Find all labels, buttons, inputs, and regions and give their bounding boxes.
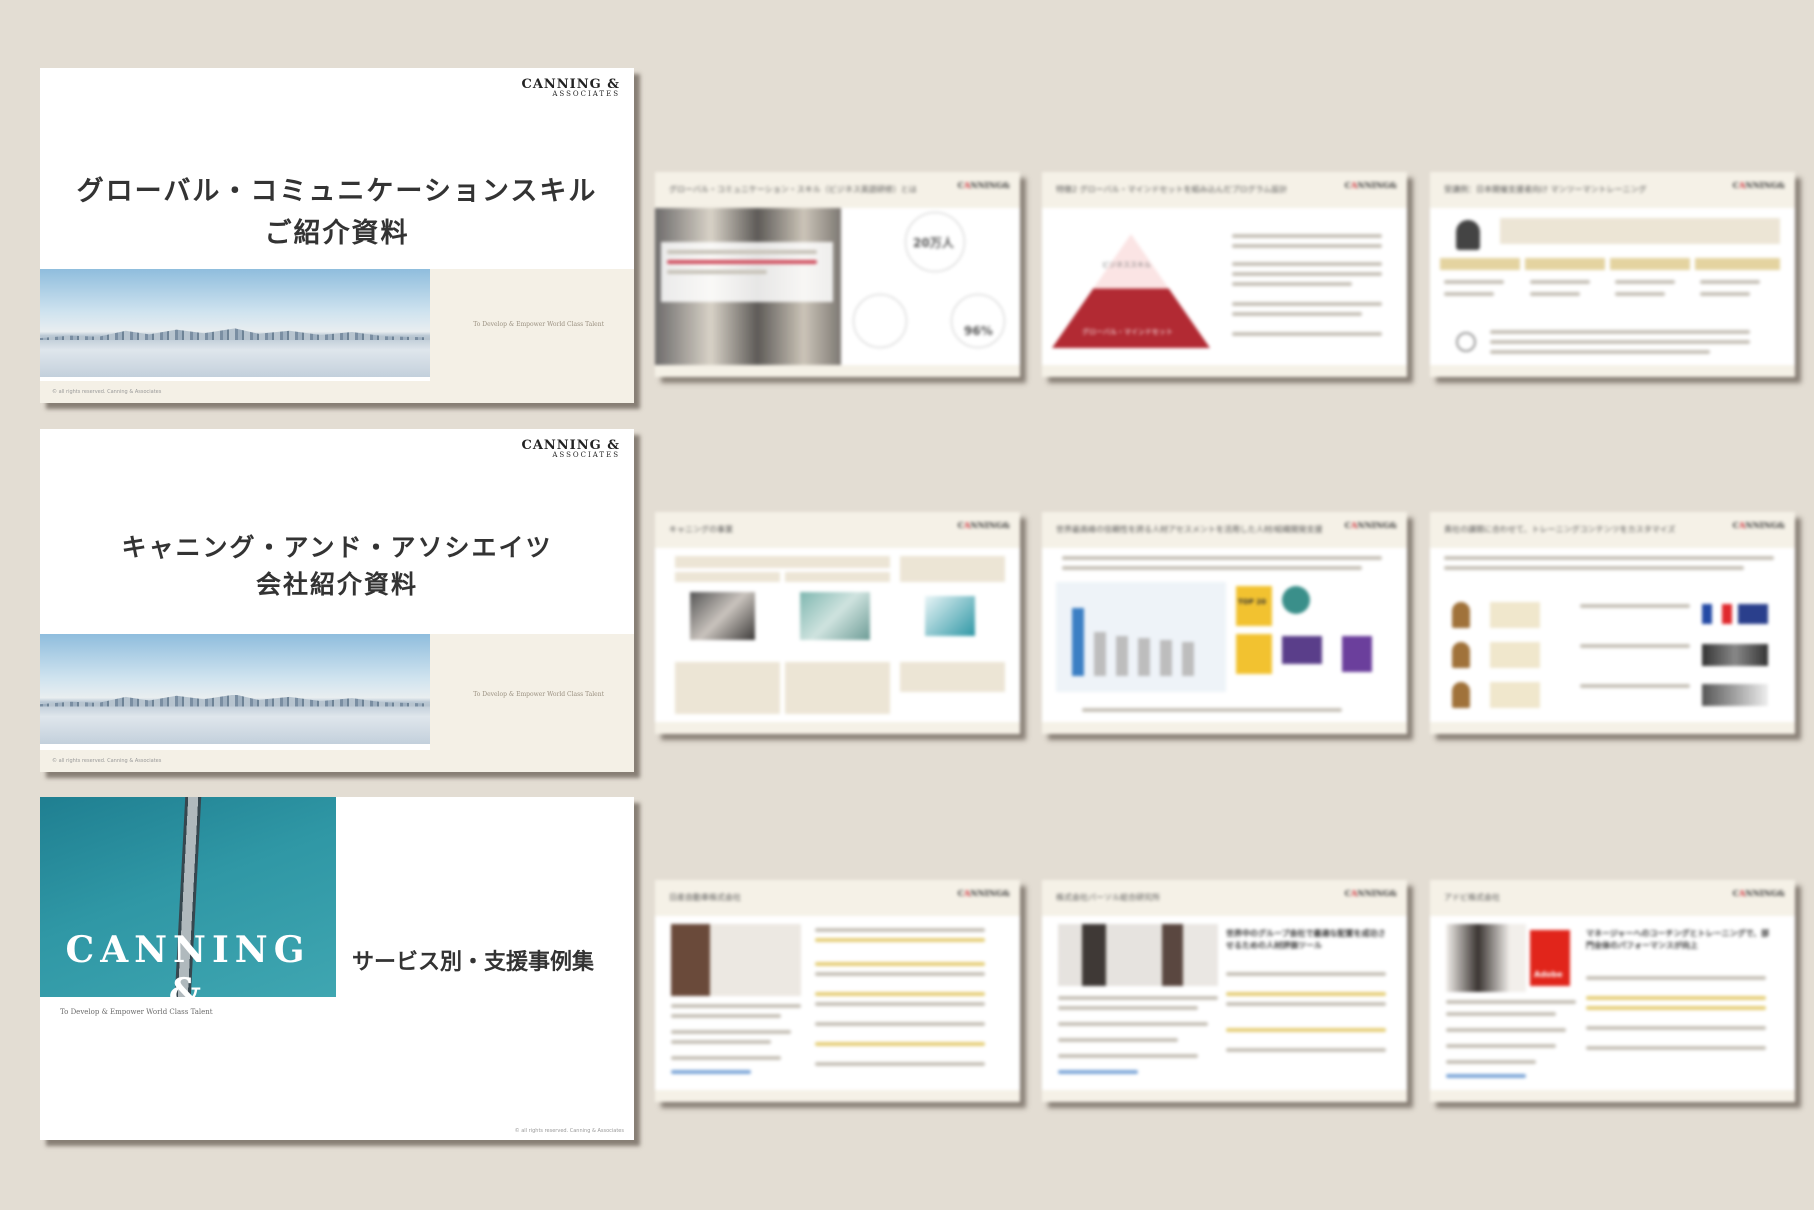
case-headline: 世界中のグループ会社で最適な配置を成功させるための人材評価ツール — [1226, 929, 1386, 950]
thumbnail-title: 貴社の課題に合わせて、トレーニングコンテンツをカスタマイズ — [1444, 525, 1676, 534]
logo-mark: CANNING& — [1732, 520, 1785, 530]
logo-mark: CANNING& — [1344, 180, 1397, 190]
thumbnail-slide-3[interactable]: 受講例：日本開催支援者向け マンツーマントレーニング CANNING& — [1430, 172, 1795, 377]
city-skyline-image — [40, 634, 430, 744]
portrait-photo — [1446, 924, 1526, 992]
slide-subtitle: ご紹介資料 — [264, 218, 410, 249]
brand-name: Adobe — [1534, 970, 1563, 979]
logo-mark: CANNING& — [957, 520, 1010, 530]
logo-line2: ASSOCIATES — [552, 90, 620, 98]
logo-line2: ASSOCIATES — [552, 451, 620, 459]
logo-mark: CANNING& — [1732, 180, 1785, 190]
logo-mark: CANNING& — [957, 888, 1010, 898]
logo-mark: CANNING& — [1344, 520, 1397, 530]
case-headline: マネージャーへのコーチングとトレーニングで、部門全体のパフォーマンスが向上 — [1586, 929, 1770, 950]
stat-rate: 96% — [964, 324, 993, 338]
slide-title: サービス別・支援事例集 — [352, 950, 595, 975]
pyramid-top-label: ビジネススキル — [1102, 261, 1151, 269]
thumbnail-slide-1[interactable]: グローバル・コミュニケーション・スキル（ビジネス英語研修）とは CANNING& … — [655, 172, 1020, 377]
leaders-photo — [800, 592, 870, 640]
thumbnail-title: 特徴2 グローバル・マインドセットを組み込んだプログラム設計 — [1056, 185, 1288, 194]
tagline: To Develop & Empower World Class Talent — [473, 691, 604, 698]
city-skyline-image — [40, 269, 430, 377]
company-logo: CANNING & ASSOCIATES — [521, 78, 620, 98]
pyramid-base-label: グローバル・マインドセット — [1082, 328, 1173, 336]
cover-slide-company-intro[interactable]: CANNING & ASSOCIATES キャニング・アンド・アソシエイツ 会社… — [40, 429, 634, 772]
lightbulb-icon — [1456, 332, 1476, 352]
thumbnail-title: 株式会社パーソル総合研究所 — [1056, 893, 1160, 902]
person-icon — [1452, 602, 1470, 628]
top-20-badge — [1236, 586, 1272, 626]
thumbnail-title: 受講例：日本開催支援者向け マンツーマントレーニング — [1444, 185, 1647, 194]
slide-title: グローバル・コミュニケーションスキル — [76, 176, 598, 207]
logo-mark: CANNING& — [957, 180, 1010, 190]
thumbnail-title: アドビ株式会社 — [1444, 893, 1500, 902]
thumbnail-slide-8[interactable]: 株式会社パーソル総合研究所 CANNING& 世界中のグループ会社で最適な配置を成… — [1042, 880, 1407, 1102]
person-icon — [1452, 682, 1470, 708]
stat-people: 20万人 — [913, 236, 954, 250]
slide-subtitle: 会社紹介資料 — [255, 570, 418, 599]
portrait-photo — [671, 924, 801, 996]
logo-mark: CANNING& — [1344, 888, 1397, 898]
flag-image — [1702, 604, 1732, 624]
thumbnail-title: 日産自動車株式会社 — [669, 893, 741, 902]
thumbnail-slide-4[interactable]: キャニングの事業 CANNING& — [655, 512, 1020, 734]
thumbnail-slide-7[interactable]: 日産自動車株式会社 CANNING& — [655, 880, 1020, 1102]
thumbnail-slide-2[interactable]: 特徴2 グローバル・マインドセットを組み込んだプログラム設計 CANNING& ビ… — [1042, 172, 1407, 377]
thumbnail-slide-6[interactable]: 貴社の課題に合わせて、トレーニングコンテンツをカスタマイズ CANNING& — [1430, 512, 1795, 734]
thumbnail-title: 世界最高峰の信頼性を誇る人材アセスメントを活用した人材/組織開発支援 — [1056, 525, 1323, 534]
thumbnail-title: グローバル・コミュニケーション・スキル（ビジネス英語研修）とは — [669, 185, 917, 194]
badge-text: TOP 20 — [1238, 598, 1267, 606]
tagline: To Develop & Empower World Class Talent — [60, 1008, 213, 1016]
logo-mark: CANNING& — [1732, 888, 1785, 898]
logo-line1: CANNING & — [65, 929, 311, 1013]
copyright-footer: © all rights reserved. Canning & Associa… — [40, 381, 634, 403]
person-icon — [1456, 220, 1480, 250]
interview-photo — [1058, 924, 1218, 986]
assessment-illustration — [925, 596, 975, 636]
thumbnail-title: キャニングの事業 — [669, 525, 733, 534]
person-icon — [1452, 642, 1470, 668]
cover-slide-case-studies[interactable]: CANNING & SSOCIATES To Develop & Empower… — [40, 797, 634, 1140]
copyright-footer: © all rights reserved. Canning & Associa… — [40, 750, 634, 772]
cover-slide-global-communication[interactable]: CANNING & ASSOCIATES グローバル・コミュニケーションスキル … — [40, 68, 634, 403]
copyright-footer: © all rights reserved. Canning & Associa… — [514, 1128, 624, 1134]
tagline: To Develop & Empower World Class Talent — [473, 321, 604, 328]
training-photo — [690, 592, 755, 640]
thumbnail-slide-9[interactable]: アドビ株式会社 CANNING& Adobe マネージャーへのコーチングとトレーニ… — [1430, 880, 1795, 1102]
thumbnail-slide-5[interactable]: 世界最高峰の信頼性を誇る人材アセスメントを活用した人材/組織開発支援 CANNIN… — [1042, 512, 1407, 734]
company-logo: CANNING & ASSOCIATES — [521, 439, 620, 459]
slide-title: キャニング・アンド・アソシエイツ — [121, 533, 553, 562]
